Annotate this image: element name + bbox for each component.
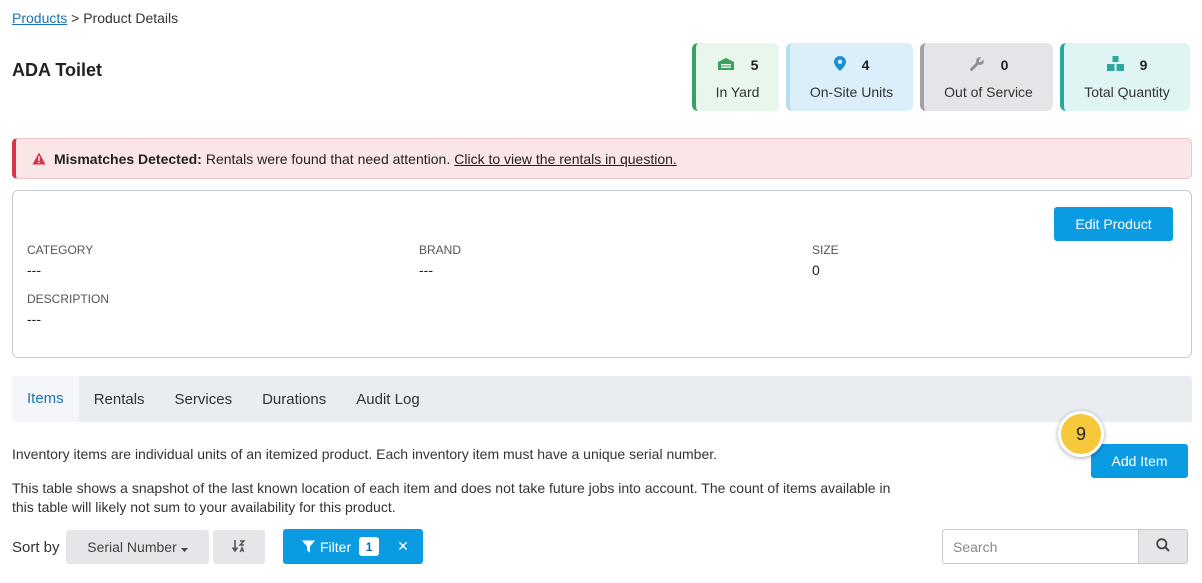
field-value: --- xyxy=(27,262,41,278)
items-snapshot-note: This table shows a snapshot of the last … xyxy=(12,480,891,515)
breadcrumb-separator: > xyxy=(71,10,80,26)
boxes-icon xyxy=(1106,56,1124,74)
field-description: DESCRIPTION --- xyxy=(27,292,109,327)
breadcrumb-current: Product Details xyxy=(83,10,179,26)
stat-label: In Yard xyxy=(715,84,760,100)
field-label: CATEGORY xyxy=(27,243,94,257)
add-item-button[interactable]: Add Item xyxy=(1091,444,1188,478)
stat-label: Out of Service xyxy=(944,84,1033,100)
items-description: Inventory items are individual units of … xyxy=(12,446,718,462)
search-input[interactable] xyxy=(942,529,1138,564)
tab-audit-log[interactable]: Audit Log xyxy=(341,376,434,422)
tab-items[interactable]: Items xyxy=(12,376,79,422)
tab-rentals[interactable]: Rentals xyxy=(79,376,160,422)
edit-product-button[interactable]: Edit Product xyxy=(1054,207,1173,241)
warehouse-icon xyxy=(717,57,735,74)
filter-label: Filter xyxy=(320,538,352,555)
page-title: ADA Toilet xyxy=(12,60,102,80)
stat-value: 0 xyxy=(1000,57,1009,73)
search-button[interactable] xyxy=(1138,529,1188,564)
breadcrumb: Products > Product Details xyxy=(12,10,178,26)
tab-durations[interactable]: Durations xyxy=(247,376,341,422)
stat-value: 9 xyxy=(1139,57,1148,73)
mismatch-alert: Mismatches Detected: Rentals were found … xyxy=(12,138,1192,179)
sort-label: Sort by xyxy=(12,539,60,556)
stat-label: Total Quantity xyxy=(1084,84,1170,100)
stat-value: 5 xyxy=(750,57,759,73)
field-brand: BRAND --- xyxy=(419,243,461,278)
field-size: SIZE 0 xyxy=(812,243,839,278)
warning-icon xyxy=(32,152,46,165)
field-value: 0 xyxy=(812,262,820,278)
sort-select[interactable]: Serial Number xyxy=(66,530,209,564)
product-details-panel: Edit Product CATEGORY --- BRAND --- SIZE… xyxy=(12,190,1192,358)
stat-card-on-site-units: 4 On-Site Units xyxy=(786,43,913,111)
field-value: --- xyxy=(27,311,41,327)
clear-filter-icon[interactable]: ✕ xyxy=(397,538,409,555)
view-rentals-link[interactable]: Click to view the rentals in question. xyxy=(454,151,677,167)
stat-card-out-of-service: 0 Out of Service xyxy=(920,43,1053,111)
stat-card-in-yard: 5 In Yard xyxy=(692,43,779,111)
search-icon xyxy=(1156,538,1170,555)
sort-select-value: Serial Number xyxy=(87,539,177,555)
caret-down-icon xyxy=(180,539,188,555)
sort-direction-button[interactable] xyxy=(213,530,265,564)
alert-message: Rentals were found that need attention. xyxy=(205,150,451,167)
breadcrumb-products-link[interactable]: Products xyxy=(12,10,67,26)
field-value: --- xyxy=(419,262,433,278)
field-label: DESCRIPTION xyxy=(27,292,110,306)
stat-value: 4 xyxy=(861,57,870,73)
tab-services[interactable]: Services xyxy=(160,376,248,422)
map-pin-icon xyxy=(833,56,846,74)
field-label: BRAND xyxy=(419,243,462,257)
stat-label: On-Site Units xyxy=(809,84,894,100)
field-label: SIZE xyxy=(812,243,839,257)
sort-ascending-icon xyxy=(231,539,246,556)
alert-title: Mismatches Detected: xyxy=(54,150,202,167)
filter-count-badge: 1 xyxy=(359,537,380,556)
stat-cards: 5 In Yard 4 On-Site Units 0 Out of Servi… xyxy=(692,43,1190,111)
step-badge: 9 xyxy=(1058,411,1104,457)
filter-button[interactable]: Filter 1 ✕ xyxy=(283,529,423,564)
field-category: CATEGORY --- xyxy=(27,243,93,278)
tab-bar: Items Rentals Services Durations Audit L… xyxy=(12,376,1192,422)
filter-icon xyxy=(302,540,315,553)
wrench-icon xyxy=(969,56,985,75)
stat-card-total-quantity: 9 Total Quantity xyxy=(1060,43,1190,111)
